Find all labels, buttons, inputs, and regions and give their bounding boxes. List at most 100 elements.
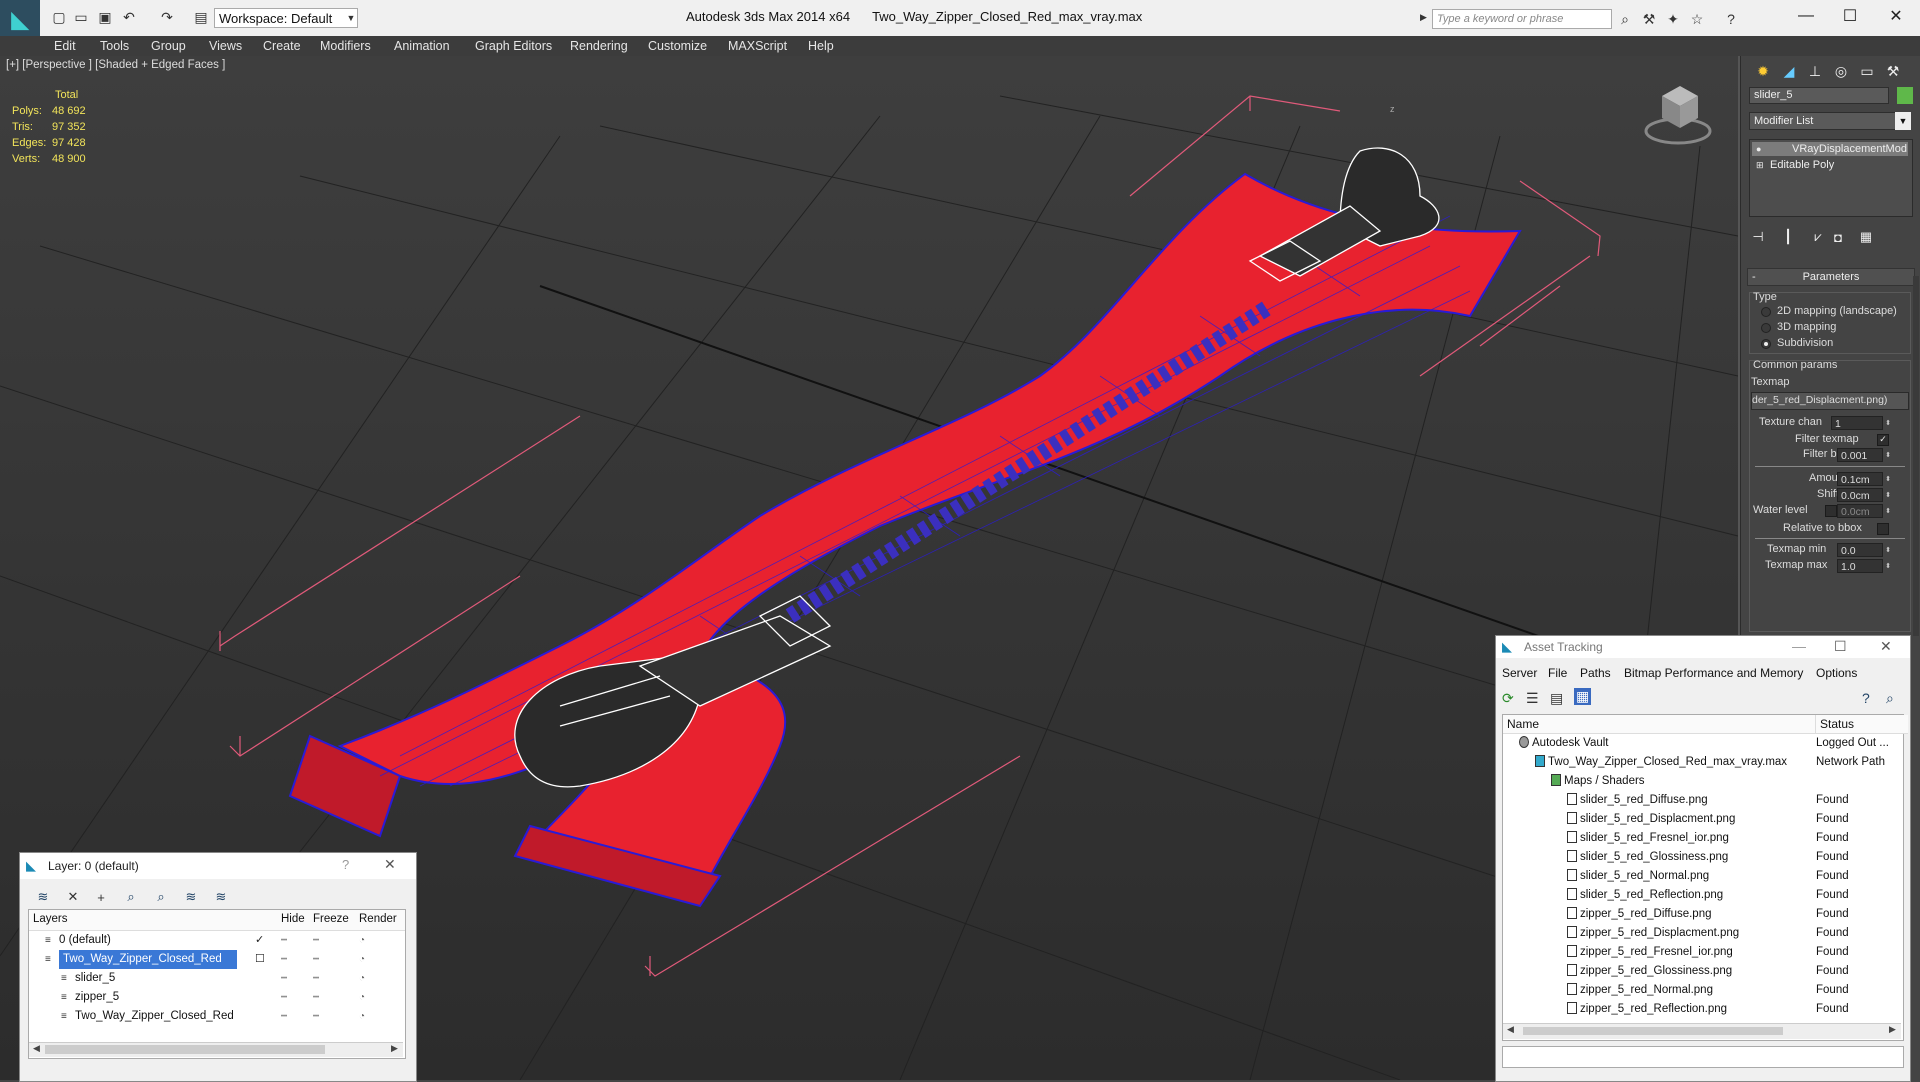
freeze-toggle-icon[interactable]: ┅ [313,950,319,969]
radio-2d-mapping[interactable] [1761,307,1771,317]
expand-search-icon[interactable]: ▶ [1420,12,1427,23]
workspace-dropdown[interactable]: Workspace: Default [214,8,358,28]
asset-row[interactable]: Maps / Shaders [1503,772,1903,791]
help-icon[interactable]: ? [1722,10,1740,28]
scroll-left-icon[interactable]: ◀ [33,1043,40,1054]
render-toggle-icon[interactable]: ◔ [359,950,365,969]
scroll-right-icon[interactable]: ▶ [391,1043,398,1054]
current-layer-check[interactable]: ✓ [255,931,264,950]
list-view-icon[interactable]: ☰ [1526,690,1539,707]
binoculars-icon[interactable]: ⌕ [1616,10,1634,28]
asset-row[interactable]: Autodesk Vault Logged Out ... [1503,734,1903,753]
render-toggle-icon[interactable]: ◔ [359,969,365,988]
column-header-layers[interactable]: Layers [33,913,68,925]
menu-file[interactable]: File [1548,666,1567,680]
column-header-hide[interactable]: Hide [281,913,305,925]
layer-row[interactable]: ≡ zipper_5 ┅ ┅ ◔ [29,988,405,1007]
stack-item-editable-poly[interactable]: ⊞ Editable Poly [1752,158,1908,172]
undo-icon[interactable]: ↶ [120,8,138,26]
utilities-tab-icon[interactable]: ⚒ [1881,60,1905,82]
menu-help[interactable]: Help [808,39,834,53]
scroll-thumb[interactable] [1523,1027,1783,1035]
highlight-layer-icon[interactable]: ⌕ [150,887,172,907]
create-layer-icon[interactable]: ≋ [32,887,54,907]
menu-graph-editors[interactable]: Graph Editors [475,39,552,53]
render-toggle-icon[interactable]: ◔ [359,1007,365,1026]
hide-all-icon[interactable]: ≋ [180,887,202,907]
menu-create[interactable]: Create [263,39,301,53]
spinner-arrows-icon[interactable]: ⬍ [1884,559,1892,573]
freeze-toggle-icon[interactable]: ┅ [313,969,319,988]
scroll-left-icon[interactable]: ◀ [1507,1024,1514,1035]
table-view-icon[interactable]: ▦ [1574,688,1592,705]
open-file-icon[interactable]: ▭ [72,8,90,26]
spinner-arrows-icon[interactable]: ⬍ [1884,472,1892,486]
motion-tab-icon[interactable]: ◎ [1829,60,1853,82]
parameters-rollout-header[interactable]: - Parameters [1747,268,1915,286]
maximize-icon[interactable]: ☐ [1834,638,1847,655]
menu-views[interactable]: Views [209,39,242,53]
asset-row[interactable]: zipper_5_red_Reflection.png Found [1503,1000,1903,1019]
asset-row[interactable]: slider_5_red_Glossiness.png Found [1503,848,1903,867]
object-color-swatch[interactable] [1897,87,1913,104]
relative-to-bbox-checkbox[interactable] [1877,523,1889,535]
radio-subdivision[interactable] [1761,339,1771,349]
texmap-min-spinner[interactable]: 0.0 [1837,543,1883,557]
freeze-toggle-icon[interactable]: ┅ [313,988,319,1007]
layer-row[interactable]: ≡ Two_Way_Zipper_Closed_Red ┅ ┅ ◔ [29,1007,405,1026]
asset-row[interactable]: zipper_5_red_Displacment.png Found [1503,924,1903,943]
app-logo-icon[interactable]: ◣ [0,0,40,40]
asset-tracking-titlebar[interactable]: ◣ Asset Tracking — ☐ ✕ [1496,636,1910,658]
asset-row[interactable]: slider_5_red_Diffuse.png Found [1503,791,1903,810]
scroll-thumb[interactable] [45,1045,325,1054]
layer-dialog-titlebar[interactable]: ◣ Layer: 0 (default) ? ✕ [20,853,416,879]
redo-icon[interactable]: ↷ [158,8,176,26]
hide-toggle-icon[interactable]: ┅ [281,988,287,1007]
layer-row[interactable]: ≡ Two_Way_Zipper_Closed_Red ☐ ┅ ┅ ◔ [29,950,405,969]
close-icon[interactable]: ✕ [384,856,396,873]
panel-scrollbar[interactable] [1913,276,1919,636]
help-icon[interactable]: ? [1862,690,1870,706]
modifier-list-dropdown[interactable]: Modifier List [1749,112,1911,130]
menu-tools[interactable]: Tools [100,39,129,53]
save-icon[interactable]: ▣ [96,8,114,26]
hide-toggle-icon[interactable]: ┅ [281,950,287,969]
asset-row[interactable]: slider_5_red_Fresnel_ior.png Found [1503,829,1903,848]
freeze-toggle-icon[interactable]: ┅ [313,931,319,950]
radio-3d-mapping[interactable] [1761,323,1771,333]
help-icon[interactable]: ? [342,857,349,872]
hide-toggle-icon[interactable]: ┅ [281,1007,287,1026]
thumbnail-view-icon[interactable]: ▤ [1550,690,1563,707]
asset-row[interactable]: zipper_5_red_Glossiness.png Found [1503,962,1903,981]
viewport-label[interactable]: [+] [Perspective ] [Shaded + Edged Faces… [6,59,225,71]
delete-layer-icon[interactable]: ✕ [62,887,84,907]
pin-stack-icon[interactable]: ⊣ [1747,227,1769,247]
column-header-name[interactable]: Name [1503,715,1817,734]
spinner-arrows-icon[interactable]: ⬍ [1884,416,1892,430]
freeze-toggle-icon[interactable]: ┅ [313,1007,319,1026]
menu-maxscript[interactable]: MAXScript [728,39,787,53]
asset-row[interactable]: slider_5_red_Normal.png Found [1503,867,1903,886]
texmap-max-spinner[interactable]: 1.0 [1837,559,1883,573]
new-file-icon[interactable]: ▢ [50,8,68,26]
create-tab-icon[interactable]: ✹ [1751,60,1775,82]
display-tab-icon[interactable]: ▭ [1855,60,1879,82]
asset-row[interactable]: slider_5_red_Displacment.png Found [1503,810,1903,829]
project-folder-icon[interactable]: ▤ [192,8,210,26]
menu-group[interactable]: Group [151,39,186,53]
chevron-down-icon[interactable]: ▼ [1895,112,1911,130]
render-toggle-icon[interactable]: ◔ [359,931,365,950]
spinner-arrows-icon[interactable]: ⬍ [1884,543,1892,557]
refresh-icon[interactable]: ⟳ [1502,690,1514,707]
scroll-right-icon[interactable]: ▶ [1889,1024,1896,1035]
menu-bitmap-performance[interactable]: Bitmap Performance and Memory [1624,666,1803,680]
make-unique-icon[interactable]: ⩗ [1807,227,1829,247]
object-name-field[interactable]: slider_5 [1749,87,1889,104]
lightbulb-icon[interactable]: ● [1756,142,1761,156]
asset-row[interactable]: zipper_5_red_Diffuse.png Found [1503,905,1903,924]
water-level-spinner[interactable]: 0.0cm [1837,504,1883,518]
spinner-arrows-icon[interactable]: ⬍ [1884,504,1892,518]
freeze-all-icon[interactable]: ≋ [210,887,232,907]
configure-modifier-sets-icon[interactable]: ▦ [1855,227,1877,247]
minimize-icon[interactable]: — [1786,4,1826,28]
